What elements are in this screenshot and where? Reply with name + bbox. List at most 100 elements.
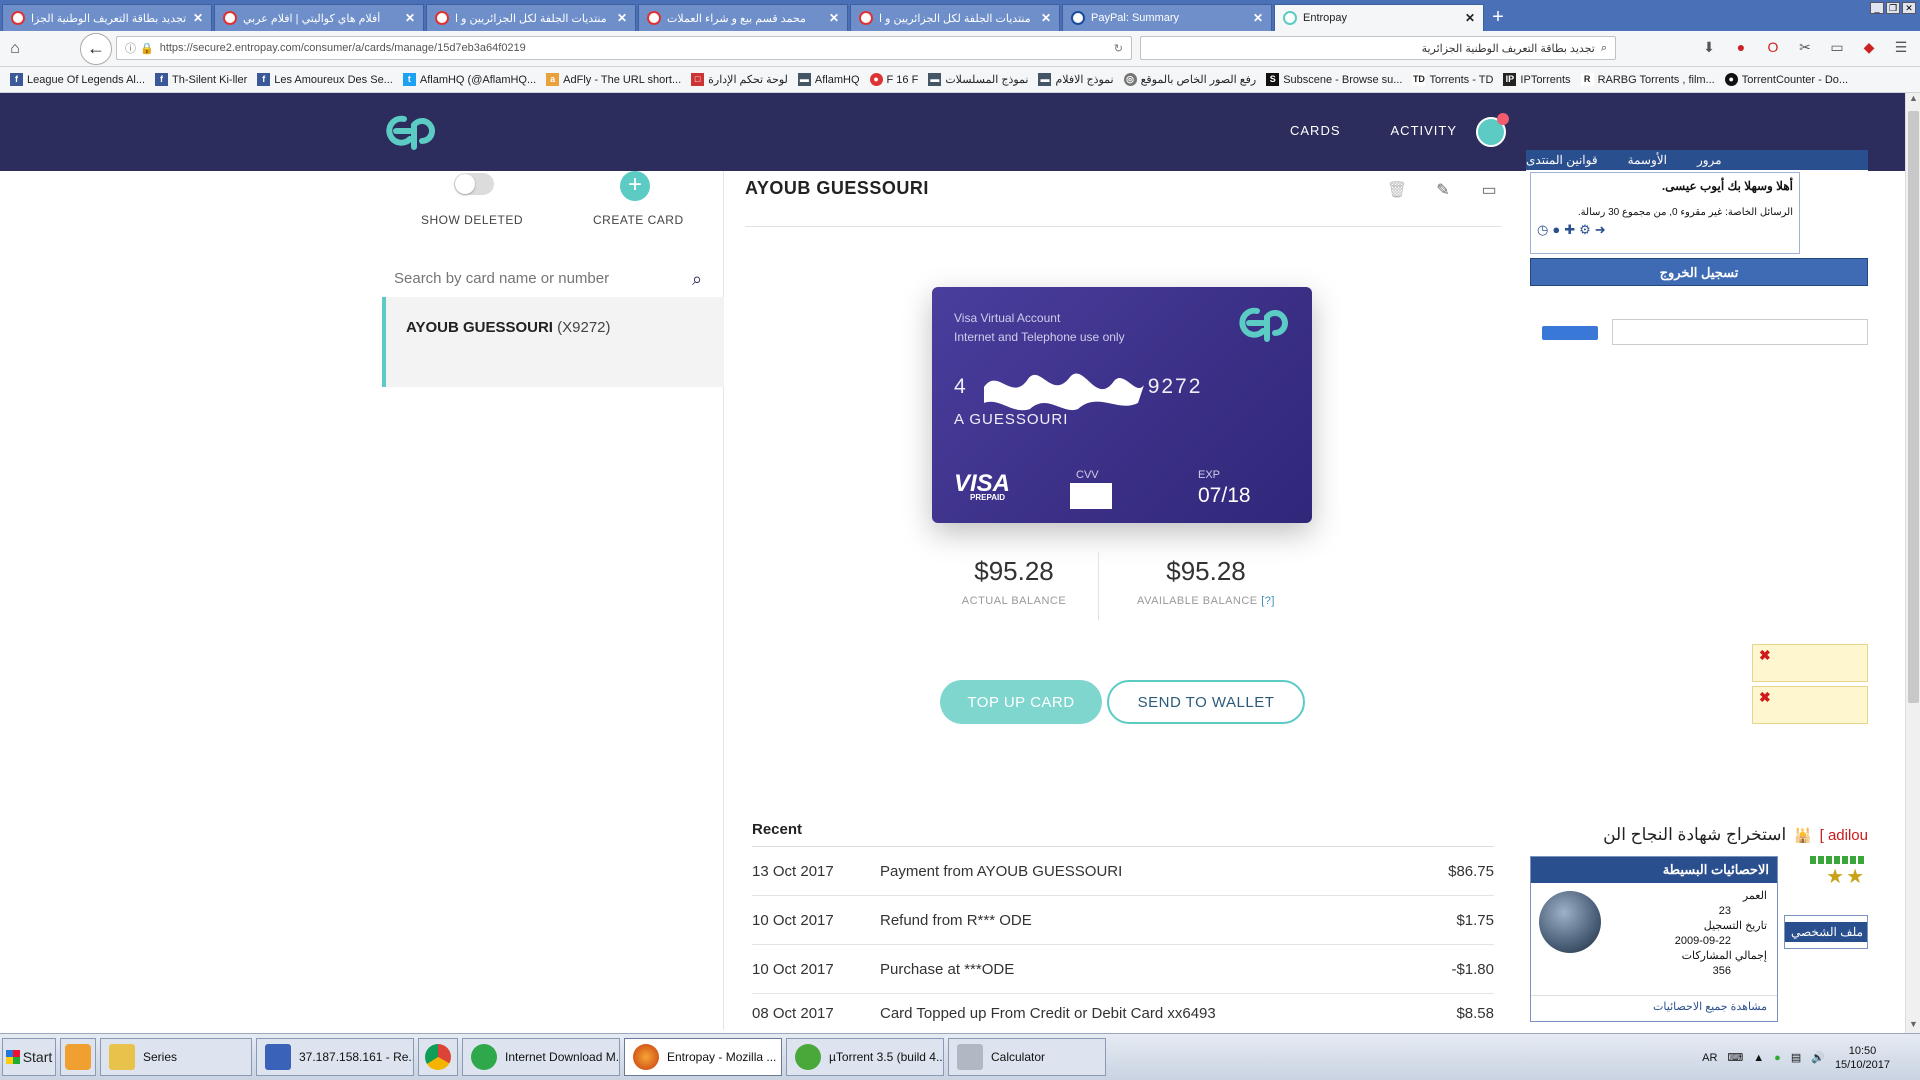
download-icon[interactable]: ⬇	[1700, 38, 1718, 56]
browser-tab[interactable]: منتديات الجلفة لكل الجزائريين و ا ✕	[426, 4, 636, 31]
bookmark-item[interactable]: f League Of Legends Al...	[10, 73, 145, 86]
search-bar[interactable]: ⌕ تجديد بطاقة التعريف الوطنية الجزائرية	[1140, 36, 1616, 60]
forum-thread-title[interactable]: استخراج شهادة النجاح الن	[1603, 825, 1786, 845]
close-icon[interactable]: ✕	[617, 11, 627, 25]
taskbar-item[interactable]: Calculator	[948, 1038, 1106, 1076]
menu-icon[interactable]: ☰	[1892, 38, 1910, 56]
transaction-row[interactable]: 10 Oct 2017 Refund from R*** ODE $1.75	[752, 896, 1494, 945]
card-settings-icon[interactable]: ▭	[1478, 180, 1500, 202]
close-icon[interactable]: ✕	[193, 11, 203, 25]
minimize-icon[interactable]: _	[1870, 2, 1884, 14]
gear-icon[interactable]: ⚙	[1579, 222, 1595, 237]
forum-input[interactable]	[1612, 319, 1868, 345]
bookmark-item[interactable]: ▬ نموذج الافلام	[1038, 73, 1114, 86]
scroll-down-icon[interactable]: ▼	[1906, 1019, 1920, 1033]
scroll-up-icon[interactable]: ▲	[1906, 93, 1920, 107]
nav-activity[interactable]: ACTIVITY	[1391, 123, 1458, 138]
close-icon[interactable]: ✕	[829, 11, 839, 25]
restore-icon[interactable]: ❐	[1886, 2, 1900, 14]
transaction-row[interactable]: 08 Oct 2017 Card Topped up From Credit o…	[752, 994, 1494, 1032]
url-bar[interactable]: ⓘ 🔒 https://secure2.entropay.com/consume…	[116, 36, 1132, 60]
transaction-row[interactable]: 13 Oct 2017 Payment from AYOUB GUESSOURI…	[752, 847, 1494, 896]
forum-stats-link[interactable]: مشاهدة جميع الاحصائيات	[1531, 995, 1777, 1017]
bookmark-item[interactable]: f Th-Silent Ki-ller	[155, 73, 247, 86]
browser-tab[interactable]: محمد قسم بيع و شراء العملات ✕	[638, 4, 848, 31]
start-button[interactable]: Start	[2, 1038, 56, 1076]
keyboard-icon[interactable]: ⌨	[1727, 1051, 1743, 1064]
balance-help-link[interactable]: [?]	[1261, 595, 1275, 607]
taskbar-item[interactable]: µTorrent 3.5 (build 4...	[786, 1038, 944, 1076]
extension-icon[interactable]: ◆	[1860, 38, 1878, 56]
add-user-icon[interactable]: ✚	[1564, 222, 1579, 237]
volume-icon[interactable]: 🔊	[1811, 1051, 1825, 1064]
forum-small-button[interactable]	[1542, 326, 1598, 340]
browser-tab[interactable]: منتديات الجلفة لكل الجزائريين و ا ✕	[850, 4, 1060, 31]
card-list-item[interactable]: AYOUB GUESSOURI (X9272)	[382, 297, 724, 387]
create-card-button[interactable]: +	[620, 171, 650, 201]
tray-arrow-icon[interactable]: ▲	[1753, 1052, 1764, 1064]
bookmark-item[interactable]: ▬ AflamHQ	[797, 73, 860, 86]
reload-icon[interactable]: ↻	[1114, 42, 1123, 55]
forum-messages[interactable]: الرسائل الخاصة: غير مقروء 0, من مجموع 30…	[1537, 207, 1793, 218]
opera-icon[interactable]: O	[1764, 38, 1782, 56]
media-player-button[interactable]	[60, 1038, 96, 1076]
forum-tab[interactable]: مرور	[1697, 153, 1722, 167]
close-icon[interactable]: ✖	[1759, 647, 1771, 664]
search-icon[interactable]: ⌕	[692, 269, 712, 289]
taskbar-item[interactable]: 37.187.158.161 - Re...	[256, 1038, 414, 1076]
bookmark-item[interactable]: ◎ رفع الصور الخاص بالموقع	[1123, 73, 1256, 86]
forum-tab[interactable]: الأوسمة	[1628, 153, 1667, 167]
utorrent-tray-icon[interactable]: ●	[1774, 1052, 1781, 1064]
browser-tab-active[interactable]: Entropay ✕	[1274, 4, 1484, 31]
back-button[interactable]: ←	[80, 32, 112, 65]
home-icon[interactable]: ⌂	[0, 34, 30, 64]
nav-cards[interactable]: CARDS	[1290, 123, 1341, 138]
close-icon[interactable]: ✕	[1041, 11, 1051, 25]
tools-icon[interactable]: ✂	[1796, 38, 1814, 56]
show-deleted-toggle[interactable]	[454, 173, 494, 195]
page-scrollbar[interactable]: ▲ ▼	[1905, 93, 1920, 1033]
forum-tab[interactable]: قوانين المنتدى	[1526, 153, 1598, 167]
bookmark-item[interactable]: ● F 16 F	[869, 73, 918, 86]
clock[interactable]: 10:50 15/10/2017	[1835, 1044, 1890, 1072]
trash-icon[interactable]: 🗑	[1386, 180, 1408, 202]
new-tab-button[interactable]: +	[1484, 4, 1512, 31]
chat-icon[interactable]: ●	[1552, 222, 1564, 237]
language-indicator[interactable]: AR	[1702, 1052, 1717, 1064]
top-up-button[interactable]: TOP UP CARD	[940, 680, 1102, 724]
bookmark-item[interactable]: IP IPTorrents	[1503, 73, 1571, 86]
bookmark-item[interactable]: TD Torrents - TD	[1412, 73, 1493, 86]
taskbar-item-active[interactable]: Entropay - Mozilla ...	[624, 1038, 782, 1076]
close-window-icon[interactable]: ✕	[1902, 2, 1916, 14]
forum-avatar[interactable]	[1539, 891, 1601, 953]
close-icon[interactable]: ✖	[1759, 689, 1771, 706]
chrome-button[interactable]	[418, 1038, 458, 1076]
forum-profile-tab[interactable]: ملف الشخصي	[1784, 915, 1868, 949]
network-icon[interactable]: ▤	[1791, 1051, 1801, 1064]
close-icon[interactable]: ✕	[1253, 11, 1263, 25]
browser-tab[interactable]: أفلام هاي كواليتي | افلام عربي ✕	[214, 4, 424, 31]
info-icon[interactable]: ⓘ	[125, 40, 136, 56]
bookmark-item[interactable]: f Les Amoureux Des Se...	[257, 73, 393, 86]
bookmark-item[interactable]: ▬ نموذج المسلسلات	[928, 73, 1028, 86]
bookmark-item[interactable]: ● TorrentCounter - Do...	[1724, 73, 1848, 86]
clock-icon[interactable]: ◷	[1537, 222, 1552, 237]
forum-username[interactable]: adilou ]	[1820, 827, 1868, 844]
adblock-icon[interactable]: ●	[1732, 38, 1750, 56]
bookmark-item[interactable]: S Subscene - Browse su...	[1266, 73, 1402, 86]
taskbar-item[interactable]: Series	[100, 1038, 252, 1076]
close-icon[interactable]: ✕	[405, 11, 415, 25]
bookmark-item[interactable]: □ لوحة تحكم الإدارة	[691, 73, 788, 86]
forum-logout-button[interactable]: تسجيل الخروج	[1530, 258, 1868, 286]
card-search-input[interactable]	[394, 270, 692, 287]
entropay-logo[interactable]	[384, 111, 440, 151]
send-to-wallet-button[interactable]: SEND TO WALLET	[1107, 680, 1305, 724]
edit-icon[interactable]: ✎	[1432, 180, 1454, 202]
bookmark-item[interactable]: a AdFly - The URL short...	[546, 73, 681, 86]
browser-tab[interactable]: تجديد بطاقة التعريف الوطنية الجزا ✕	[2, 4, 212, 31]
transaction-row[interactable]: 10 Oct 2017 Purchase at ***ODE -$1.80	[752, 945, 1494, 994]
logout-arrow-icon[interactable]: ➜	[1595, 222, 1610, 237]
browser-tab[interactable]: PayPal: Summary ✕	[1062, 4, 1272, 31]
close-icon[interactable]: ✕	[1465, 11, 1475, 25]
scroll-thumb[interactable]	[1908, 111, 1919, 703]
